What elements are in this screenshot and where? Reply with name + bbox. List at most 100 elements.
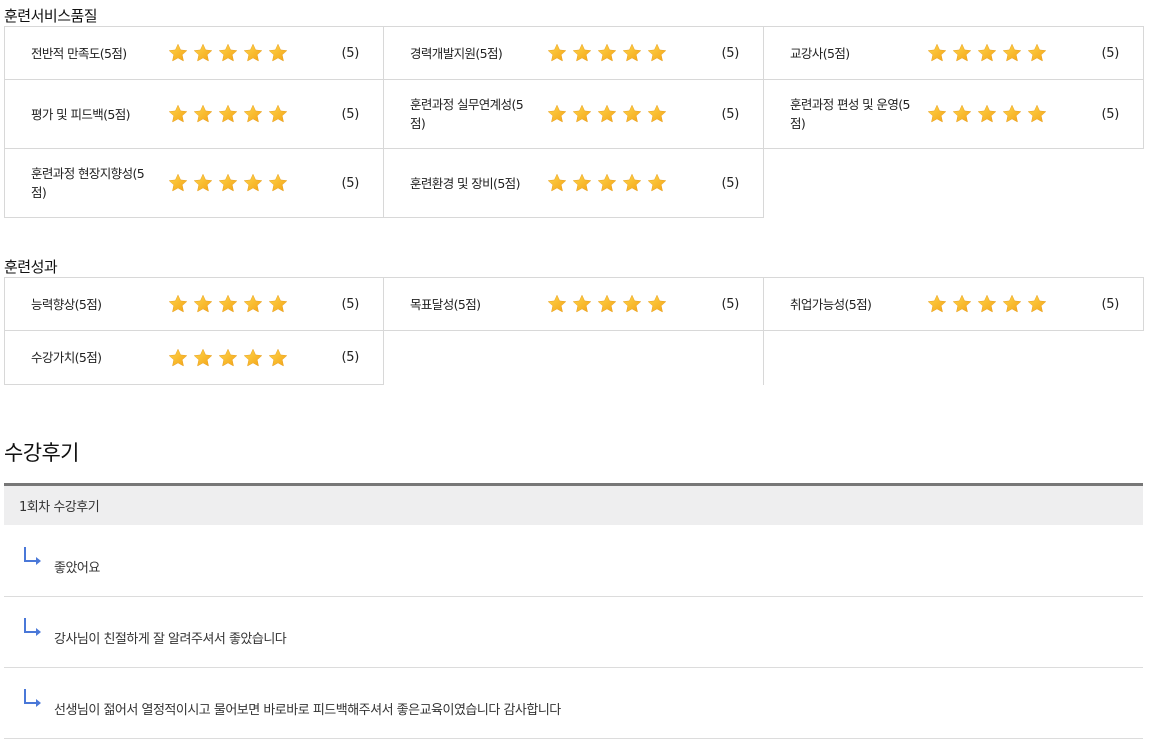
rating-cell: 수강가치(5점) (5) <box>5 331 384 385</box>
star-icon <box>572 43 592 62</box>
reply-arrow-icon <box>24 618 41 636</box>
star-icon <box>977 104 997 123</box>
star-rating <box>168 173 288 193</box>
star-icon <box>547 104 567 123</box>
rating-score: (5) <box>721 45 739 61</box>
star-icon <box>268 173 288 192</box>
rating-label: 훈련과정 실무연계성(5점) <box>410 97 524 131</box>
empty-cell <box>763 149 1144 218</box>
rating-score: (5) <box>1101 106 1119 122</box>
review-item: 선생님이 젊어서 열정적이시고 물어보면 바로바로 피드백해주셔서 좋은교육이였… <box>4 668 1143 739</box>
rating-score: (5) <box>341 106 359 122</box>
star-icon <box>622 43 642 62</box>
star-icon <box>1002 294 1022 313</box>
rating-label: 수강가치(5점) <box>31 350 102 365</box>
rating-score: (5) <box>341 296 359 312</box>
rating-score: (5) <box>721 175 739 191</box>
star-rating <box>547 104 667 124</box>
rating-cell: 능력향상(5점) (5) <box>5 278 384 331</box>
star-icon <box>647 173 667 192</box>
star-icon <box>193 348 213 366</box>
training-outcome-grid: 능력향상(5점) (5) 목표달성(5점) (5) 취업가능성(5점) (5) 수강가치(5… <box>4 277 1144 385</box>
star-icon <box>572 104 592 123</box>
rating-label: 경력개발지원(5점) <box>410 45 503 61</box>
reply-arrow-icon <box>24 547 41 565</box>
star-icon <box>952 43 972 62</box>
star-icon <box>647 294 667 313</box>
review-text: 강사님이 친절하게 잘 알려주셔서 좋았습니다 <box>54 632 287 647</box>
review-text: 좋았어요 <box>54 561 100 576</box>
empty-cell <box>763 331 1144 385</box>
rating-cell: 훈련환경 및 장비(5점) (5) <box>384 149 764 218</box>
rating-cell: 경력개발지원(5점) (5) <box>384 27 764 80</box>
star-rating <box>547 294 667 314</box>
rating-label: 취업가능성(5점) <box>790 296 872 312</box>
star-icon <box>268 294 288 313</box>
star-icon <box>168 348 188 366</box>
star-icon <box>572 294 592 313</box>
star-icon <box>218 104 238 123</box>
star-icon <box>1027 43 1047 62</box>
star-icon <box>622 294 642 313</box>
star-icon <box>218 348 238 366</box>
star-icon <box>193 104 213 123</box>
star-rating <box>927 104 1047 124</box>
review-item: 좋았어요 <box>4 525 1143 597</box>
star-icon <box>243 104 263 123</box>
service-quality-grid: 전반적 만족도(5점) (5) 경력개발지원(5점) (5) 교강사(5점) (5) 평가 … <box>4 26 1144 218</box>
star-rating <box>168 294 288 314</box>
star-icon <box>622 173 642 192</box>
rating-score: (5) <box>1101 296 1119 312</box>
star-icon <box>927 294 947 313</box>
star-icon <box>193 43 213 62</box>
star-rating <box>168 43 288 63</box>
reviews-title: 수강후기 <box>4 441 79 465</box>
rating-score: (5) <box>721 296 739 312</box>
rating-cell: 전반적 만족도(5점) (5) <box>5 27 384 80</box>
rating-score: (5) <box>721 106 739 122</box>
training-outcome-title: 훈련성과 <box>4 258 58 276</box>
star-icon <box>647 43 667 62</box>
star-icon <box>168 173 188 192</box>
rating-label: 평가 및 피드백(5점) <box>31 106 131 122</box>
star-icon <box>547 43 567 62</box>
star-icon <box>647 104 667 123</box>
star-icon <box>597 43 617 62</box>
star-rating <box>547 43 667 63</box>
reply-arrow-icon <box>24 689 41 707</box>
rating-cell: 취업가능성(5점) (5) <box>764 278 1144 331</box>
rating-label: 교강사(5점) <box>790 45 850 61</box>
star-icon <box>268 43 288 62</box>
rating-score: (5) <box>341 175 359 191</box>
star-icon <box>622 104 642 123</box>
star-icon <box>243 43 263 62</box>
star-icon <box>927 43 947 62</box>
rating-score: (5) <box>341 45 359 61</box>
rating-cell: 훈련과정 편성 및 운영(5점) (5) <box>764 80 1144 149</box>
star-icon <box>168 104 188 123</box>
star-icon <box>243 173 263 192</box>
star-icon <box>168 294 188 313</box>
star-icon <box>977 294 997 313</box>
rating-label: 전반적 만족도(5점) <box>31 45 127 61</box>
star-icon <box>168 43 188 62</box>
service-quality-title: 훈련서비스품질 <box>4 7 98 25</box>
star-icon <box>1027 104 1047 123</box>
star-icon <box>268 348 288 366</box>
rating-label: 능력향상(5점) <box>31 296 102 312</box>
star-icon <box>218 173 238 192</box>
star-icon <box>952 104 972 123</box>
review-item: 강사님이 친절하게 잘 알려주셔서 좋았습니다 <box>4 597 1143 668</box>
star-icon <box>547 173 567 192</box>
empty-cell <box>383 331 764 385</box>
rating-score: (5) <box>1101 45 1119 61</box>
star-icon <box>952 294 972 313</box>
star-icon <box>218 294 238 313</box>
review-text: 선생님이 젊어서 열정적이시고 물어보면 바로바로 피드백해주셔서 좋은교육이였… <box>54 703 561 718</box>
star-icon <box>1002 43 1022 62</box>
rating-label: 훈련과정 편성 및 운영(5점) <box>790 97 910 131</box>
rating-cell: 훈련과정 실무연계성(5점) (5) <box>384 80 764 149</box>
star-icon <box>927 104 947 123</box>
star-icon <box>1027 294 1047 313</box>
rating-cell: 훈련과정 현장지향성(5점) (5) <box>5 149 384 218</box>
